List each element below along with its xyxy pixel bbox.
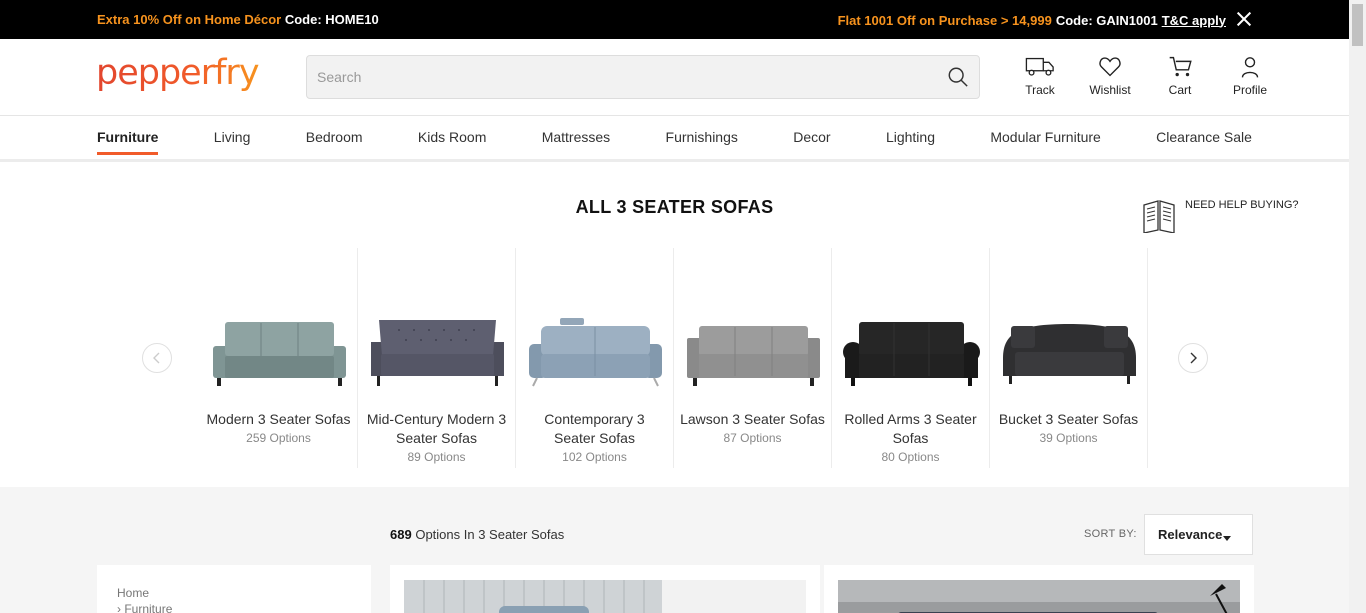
breadcrumb: Home › Furniture bbox=[97, 565, 371, 613]
category-card[interactable]: Bucket 3 Seater Sofas 39 Options bbox=[990, 248, 1148, 468]
nav-item-furniture[interactable]: Furniture bbox=[97, 129, 159, 158]
category-card[interactable]: Lawson 3 Seater Sofas 87 Options bbox=[674, 248, 832, 468]
breadcrumb-home[interactable]: Home bbox=[117, 585, 371, 601]
cart-button[interactable]: Cart bbox=[1145, 55, 1215, 97]
results-label: Options In 3 Seater Sofas bbox=[415, 527, 565, 542]
nav-item-clearance-sale[interactable]: Clearance Sale bbox=[1156, 129, 1252, 158]
book-icon bbox=[1143, 200, 1175, 233]
category-card[interactable]: Contemporary 3 Seater Sofas 102 Options bbox=[516, 248, 674, 468]
wishlist-button[interactable]: Wishlist bbox=[1075, 55, 1145, 97]
nav-item-kids-room[interactable]: Kids Room bbox=[418, 129, 486, 158]
category-card[interactable]: Modern 3 Seater Sofas 259 Options bbox=[200, 248, 358, 468]
help-label: NEED HELP BUYING? bbox=[1185, 199, 1299, 211]
profile-button[interactable]: Profile bbox=[1215, 55, 1285, 97]
product-image bbox=[838, 580, 1240, 613]
close-icon[interactable] bbox=[1236, 11, 1252, 27]
search-input[interactable] bbox=[307, 56, 907, 98]
promo-left: Extra 10% Off on Home Décor Code: HOME10 bbox=[97, 12, 379, 27]
carousel-prev-button[interactable] bbox=[142, 343, 172, 373]
cart-label: Cart bbox=[1168, 83, 1192, 97]
results-number: 689 bbox=[390, 527, 412, 542]
track-button[interactable]: Track bbox=[1005, 55, 1075, 97]
nav-item-living[interactable]: Living bbox=[214, 129, 251, 158]
wishlist-label: Wishlist bbox=[1089, 83, 1131, 97]
product-image bbox=[404, 580, 806, 613]
carousel-next-button[interactable] bbox=[1178, 343, 1208, 373]
sofa-image bbox=[529, 318, 662, 387]
page: Extra 10% Off on Home Décor Code: HOME10… bbox=[0, 0, 1366, 613]
category-name: Contemporary 3 Seater Sofas 102 Options bbox=[522, 410, 667, 467]
product-card[interactable] bbox=[390, 565, 820, 613]
sofa-image bbox=[843, 322, 980, 386]
sort-label: SORT BY: bbox=[1084, 528, 1137, 540]
listing-area: 689 Options In 3 Seater Sofas SORT BY: R… bbox=[0, 487, 1349, 613]
site-header: pepperfry Track Wi bbox=[0, 39, 1349, 116]
category-nav: Furniture Living Bedroom Kids Room Mattr… bbox=[0, 116, 1349, 162]
track-label: Track bbox=[1025, 83, 1055, 97]
page-scrollbar[interactable] bbox=[1349, 0, 1366, 613]
category-name: Mid-Century Modern 3 Seater Sofas 89 Opt… bbox=[364, 410, 509, 467]
category-count: 39 Options bbox=[1039, 431, 1098, 445]
nav-item-modular-furniture[interactable]: Modular Furniture bbox=[990, 129, 1101, 158]
category-count: 102 Options bbox=[562, 450, 627, 464]
nav-item-mattresses[interactable]: Mattresses bbox=[542, 129, 610, 158]
category-name: Lawson 3 Seater Sofas 87 Options bbox=[680, 410, 825, 448]
sofa-image bbox=[687, 326, 820, 386]
sort-dropdown[interactable]: Relevance bbox=[1144, 514, 1253, 555]
category-count: 89 Options bbox=[407, 450, 466, 464]
category-count: 80 Options bbox=[881, 450, 940, 464]
sofa-image bbox=[213, 322, 346, 386]
category-count: 259 Options bbox=[246, 431, 311, 445]
category-name: Rolled Arms 3 Seater Sofas 80 Options bbox=[838, 410, 983, 467]
sofa-image bbox=[1003, 324, 1136, 384]
category-card[interactable]: Mid-Century Modern 3 Seater Sofas 89 Opt… bbox=[358, 248, 516, 468]
results-count: 689 Options In 3 Seater Sofas bbox=[390, 527, 564, 542]
promo-bar: Extra 10% Off on Home Décor Code: HOME10… bbox=[0, 0, 1349, 39]
caret-down-icon bbox=[1223, 536, 1231, 541]
search-icon[interactable] bbox=[947, 66, 969, 88]
breadcrumb-furniture[interactable]: › Furniture bbox=[117, 601, 371, 613]
need-help-buying[interactable]: NEED HELP BUYING? bbox=[1141, 197, 1299, 233]
category-card[interactable]: Rolled Arms 3 Seater Sofas 80 Options bbox=[832, 248, 990, 468]
category-carousel: Modern 3 Seater Sofas 259 Options Mid-Ce… bbox=[0, 248, 1349, 468]
profile-label: Profile bbox=[1232, 83, 1267, 97]
user-icon bbox=[1241, 57, 1259, 78]
scrollbar-thumb[interactable] bbox=[1352, 4, 1363, 46]
chevron-right-icon bbox=[1190, 352, 1197, 364]
pepperfry-logo[interactable]: pepperfry bbox=[96, 53, 260, 93]
header-actions: Track Wishlist Cart Profile bbox=[1005, 55, 1285, 97]
category-name: Bucket 3 Seater Sofas 39 Options bbox=[996, 410, 1141, 448]
promo-right: Flat 1001 Off on Purchase > 14,999 Code:… bbox=[838, 12, 1252, 28]
truck-icon bbox=[1025, 57, 1054, 76]
promo-right-code: Code: GAIN1001 bbox=[1055, 12, 1158, 28]
nav-item-furnishings[interactable]: Furnishings bbox=[666, 129, 738, 158]
sort-value: Relevance bbox=[1158, 527, 1223, 542]
sofa-image bbox=[371, 320, 504, 386]
promo-left-code: Code: HOME10 bbox=[284, 12, 379, 27]
product-card[interactable] bbox=[824, 565, 1254, 613]
chevron-left-icon bbox=[153, 352, 160, 364]
promo-right-offer: Flat 1001 Off on Purchase > 14,999 bbox=[837, 12, 1052, 28]
category-name: Modern 3 Seater Sofas 259 Options bbox=[206, 410, 351, 448]
nav-item-lighting[interactable]: Lighting bbox=[886, 129, 935, 158]
tc-apply-link[interactable]: T&C apply bbox=[1162, 13, 1226, 28]
heart-icon bbox=[1099, 57, 1121, 77]
nav-item-decor[interactable]: Decor bbox=[793, 129, 830, 158]
nav-item-bedroom[interactable]: Bedroom bbox=[306, 129, 363, 158]
cart-icon bbox=[1169, 56, 1192, 77]
category-count: 87 Options bbox=[723, 431, 782, 445]
promo-left-offer: Extra 10% Off on Home Décor bbox=[97, 12, 282, 27]
search-box bbox=[306, 55, 980, 99]
